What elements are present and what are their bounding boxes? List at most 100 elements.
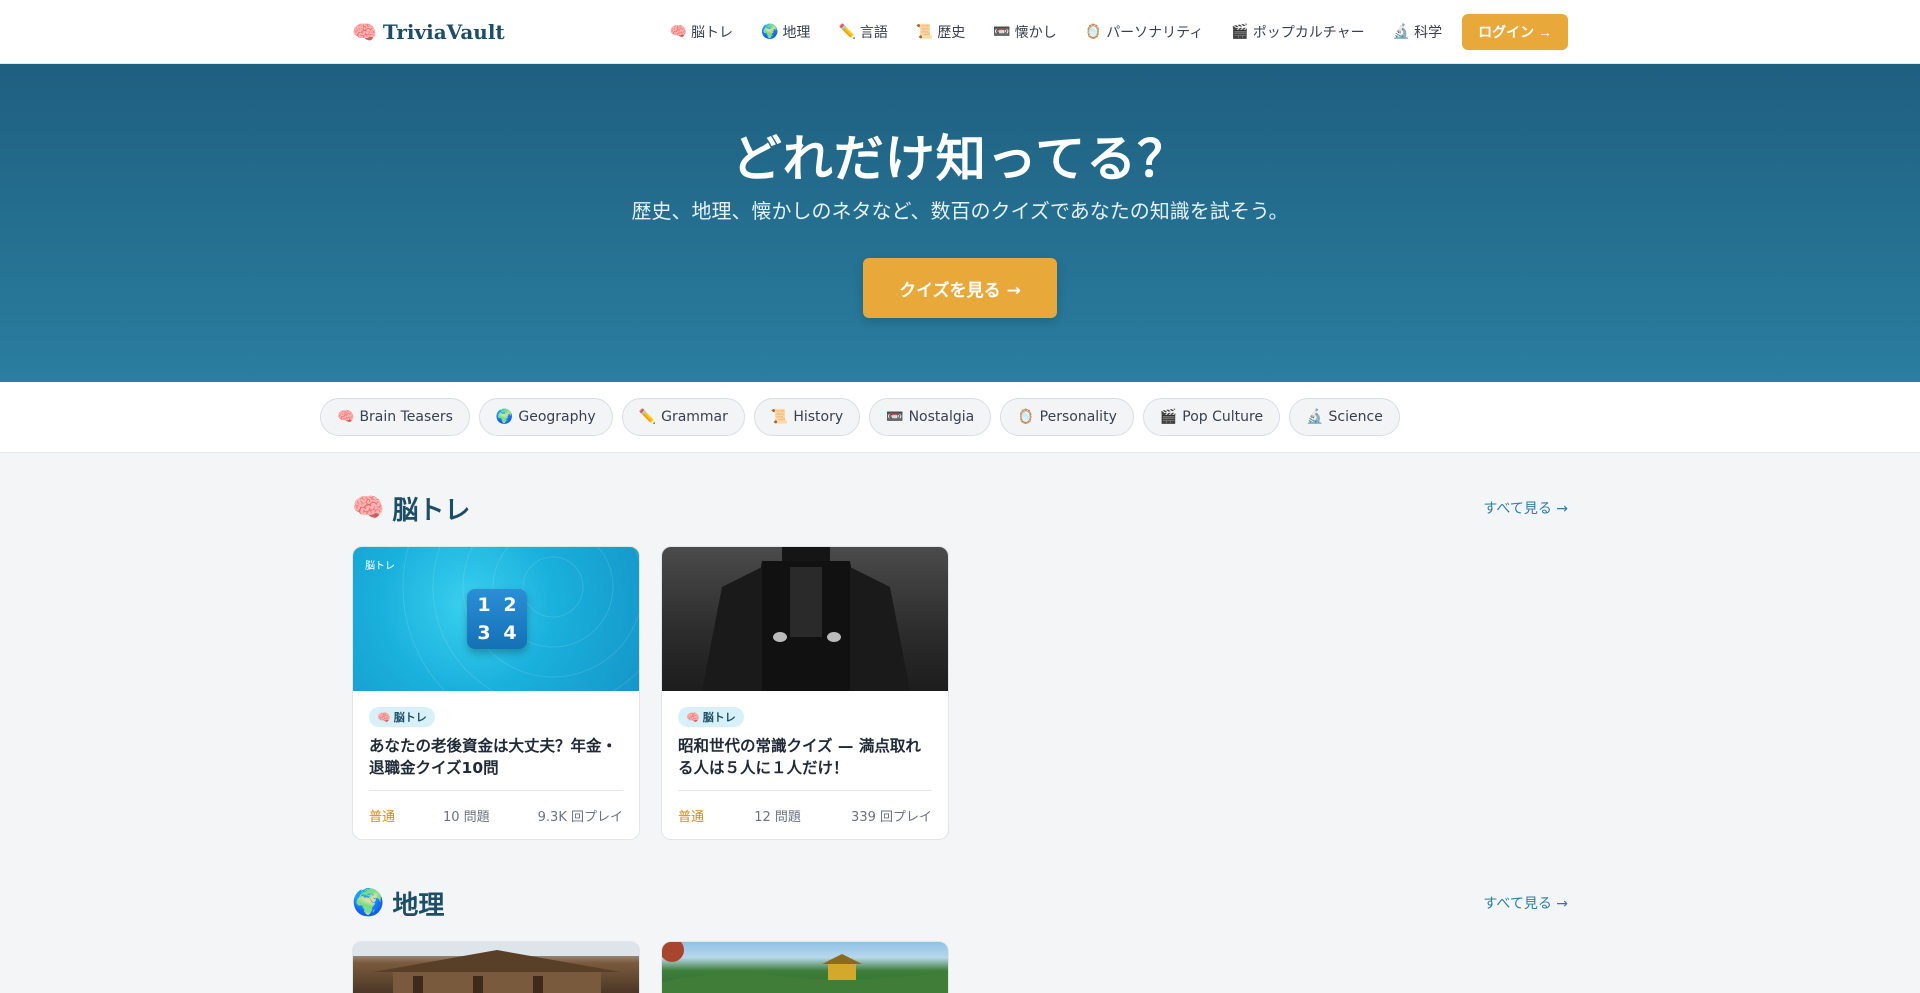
- divider: [678, 790, 932, 791]
- site-logo[interactable]: 🧠 TriviaVault: [352, 20, 505, 44]
- category-badge: 🧠 脳トレ: [678, 707, 744, 727]
- quiz-title: あなたの老後資金は大丈夫？年金・退職金クイズ10問: [369, 737, 618, 777]
- pill-history[interactable]: 📜 History: [753, 398, 861, 436]
- nav-label: 地理: [782, 25, 811, 41]
- tile-digit: 1: [477, 594, 491, 616]
- nav-label: パーソナリティ: [1106, 25, 1204, 41]
- pill-label: History: [793, 409, 844, 425]
- pill-label: Nostalgia: [908, 409, 975, 425]
- quiz-title: 昭和世代の常識クイズ — 満点取れる人は５人に１人だけ！: [678, 737, 921, 777]
- category-filter-bar: 🧠 Brain Teasers 🌍 Geography ✏️ Grammar 📜…: [0, 382, 1920, 453]
- mirror-icon: 🪞: [1017, 409, 1035, 425]
- main-nav: 🧠 脳トレ 🌍 地理 ✏️ 言語 📜 歴史 📼 懐かし 🪞 パーソナリティ 🎬 …: [656, 14, 1568, 50]
- tile-digit: 2: [503, 594, 517, 616]
- hero-subtitle: 歴史、地理、懐かしのネタなど、数百のクイズであなたの知識を試そう。: [631, 199, 1289, 223]
- nav-label: 懐かし: [1014, 25, 1057, 41]
- brain-icon: 🧠: [352, 20, 377, 44]
- nav-item-language[interactable]: ✏️ 言語: [824, 22, 901, 42]
- hero-banner: どれだけ知ってる？ 歴史、地理、懐かしのネタなど、数百のクイズであなたの知識を試…: [0, 64, 1920, 382]
- clapper-icon: 🎬: [1231, 24, 1249, 40]
- nav-item-brain-teasers[interactable]: 🧠 脳トレ: [656, 22, 747, 42]
- brain-icon: 🧠: [337, 409, 355, 425]
- quiz-card[interactable]: [661, 941, 949, 993]
- nav-item-nostalgia[interactable]: 📼 懐かし: [979, 22, 1070, 42]
- badge-label: 脳トレ: [702, 711, 736, 724]
- pill-grammar[interactable]: ✏️ Grammar: [621, 398, 745, 436]
- nav-item-history[interactable]: 📜 歴史: [902, 22, 979, 42]
- brain-icon: 🧠: [352, 493, 385, 523]
- quiz-thumbnail: [662, 547, 948, 691]
- pill-science[interactable]: 🔬 Science: [1289, 398, 1400, 436]
- pill-label: Pop Culture: [1182, 409, 1264, 425]
- section-title: 🌍 地理: [352, 885, 444, 922]
- mirror-icon: 🪞: [1084, 24, 1103, 40]
- thumbnail-label: 脳トレ: [365, 561, 395, 572]
- play-count: 9.3K 回プレイ: [537, 810, 623, 825]
- nav-item-pop-culture[interactable]: 🎬 ポップカルチャー: [1217, 22, 1378, 42]
- clapper-icon: 🎬: [1159, 409, 1178, 425]
- difficulty-label: 普通: [678, 810, 705, 825]
- pill-pop-culture[interactable]: 🎬 Pop Culture: [1142, 398, 1281, 436]
- question-count: 12 問題: [754, 810, 801, 825]
- see-all-link[interactable]: すべて見る →: [1483, 893, 1568, 913]
- question-count: 10 問題: [442, 810, 490, 825]
- brain-icon: 🧠: [686, 710, 700, 724]
- scroll-icon: 📜: [770, 409, 789, 425]
- brain-icon: 🧠: [669, 24, 687, 40]
- brain-icon: 🧠: [377, 710, 391, 724]
- pill-label: Grammar: [661, 409, 728, 425]
- quiz-card[interactable]: 脳トレ 1 2 3 4 🧠 脳トレ あなたの老後資金は大丈夫？年金・退職金クイズ…: [352, 546, 640, 840]
- globe-icon: 🌍: [761, 24, 779, 40]
- section-header-brain-teasers: 🧠 脳トレ すべて見る →: [352, 490, 1568, 526]
- cassette-icon: 📼: [993, 24, 1011, 40]
- badge-label: 脳トレ: [393, 711, 427, 724]
- login-button[interactable]: ログイン →: [1462, 14, 1568, 50]
- microscope-icon: 🔬: [1306, 409, 1324, 425]
- quiz-thumbnail: [662, 942, 948, 993]
- robed-figure-photo: [702, 547, 910, 691]
- pill-label: Personality: [1039, 409, 1117, 425]
- cassette-icon: 📼: [886, 409, 904, 425]
- quiz-thumbnail: [353, 942, 639, 993]
- pill-label: Geography: [518, 409, 596, 425]
- section-header-geography: 🌍 地理 すべて見る →: [352, 885, 1568, 921]
- browse-quizzes-button[interactable]: クイズを見る →: [863, 258, 1057, 318]
- nav-label: 歴史: [937, 25, 966, 41]
- temple-photo: [353, 942, 639, 993]
- play-count: 339 回プレイ: [851, 810, 932, 825]
- see-all-link[interactable]: すべて見る →: [1483, 498, 1568, 518]
- golden-pavilion-photo: [662, 942, 948, 993]
- section-title: 🧠 脳トレ: [352, 490, 470, 527]
- site-header: 🧠 TriviaVault 🧠 脳トレ 🌍 地理 ✏️ 言語 📜 歴史 📼 懐か…: [0, 0, 1920, 64]
- tile-digit: 3: [477, 622, 491, 644]
- nav-item-science[interactable]: 🔬 科学: [1379, 22, 1456, 42]
- pill-label: Brain Teasers: [359, 409, 453, 425]
- scroll-icon: 📜: [915, 24, 934, 40]
- divider: [369, 790, 623, 791]
- microscope-icon: 🔬: [1392, 24, 1411, 40]
- globe-icon: 🌍: [352, 888, 385, 918]
- pill-label: Science: [1328, 409, 1383, 425]
- nav-label: 科学: [1414, 25, 1443, 41]
- quiz-meta: 普通 12 問題 339 回プレイ: [678, 806, 932, 825]
- nav-label: 言語: [859, 25, 888, 41]
- pill-personality[interactable]: 🪞 Personality: [1000, 398, 1134, 436]
- quiz-card[interactable]: 🧠 脳トレ 昭和世代の常識クイズ — 満点取れる人は５人に１人だけ！ 普通 12…: [661, 546, 949, 840]
- globe-icon: 🌍: [495, 409, 514, 425]
- nav-item-geography[interactable]: 🌍 地理: [747, 22, 824, 42]
- hero-title: どれだけ知ってる？: [731, 130, 1189, 188]
- quiz-card[interactable]: [352, 941, 640, 993]
- nav-item-personality[interactable]: 🪞 パーソナリティ: [1071, 22, 1218, 42]
- pill-geography[interactable]: 🌍 Geography: [478, 398, 613, 436]
- category-badge: 🧠 脳トレ: [369, 707, 435, 727]
- pill-nostalgia[interactable]: 📼 Nostalgia: [869, 398, 992, 436]
- logo-text: TriviaVault: [382, 20, 505, 44]
- pencil-icon: ✏️: [838, 24, 856, 40]
- nav-label: ポップカルチャー: [1252, 25, 1365, 41]
- tile-digit: 4: [503, 622, 517, 644]
- section-title-text: 地理: [392, 890, 445, 921]
- pencil-icon: ✏️: [638, 409, 657, 425]
- section-title-text: 脳トレ: [392, 495, 471, 526]
- pill-brain-teasers[interactable]: 🧠 Brain Teasers: [320, 398, 470, 436]
- quiz-thumbnail: 脳トレ 1 2 3 4: [353, 547, 639, 691]
